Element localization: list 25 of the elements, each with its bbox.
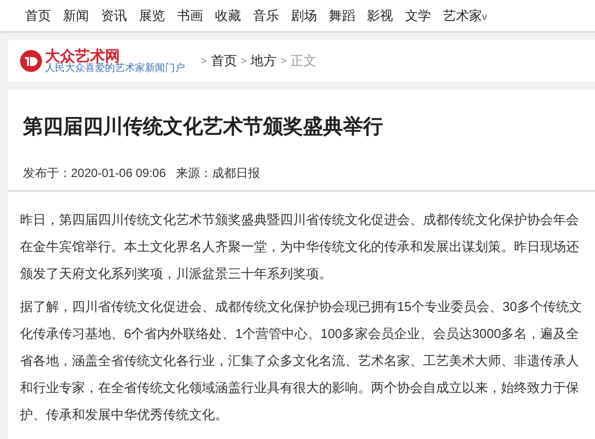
breadcrumb-link[interactable]: 首页 [210,51,237,71]
nav-link[interactable]: 首页 [25,6,51,26]
breadcrumb-separator: > [280,54,287,68]
article-title: 第四届四川传统文化艺术节颁奖盛典举行 [23,114,384,140]
nav-link[interactable]: 收藏 [215,6,241,26]
nav-link[interactable]: 艺术家v [443,6,487,26]
logo-icon [20,50,42,72]
nav-link[interactable]: 舞蹈 [329,6,355,26]
article-source: 来源：成都日报 [176,165,260,182]
nav-link[interactable]: 文学 [405,6,431,26]
logo-slogan: 人民大众喜爱的艺术家新闻门户 [45,64,185,74]
nav-link[interactable]: 新闻 [63,6,89,26]
breadcrumb-separator: > [201,54,207,68]
article-paragraph: 昨日，第四届四川传统文化艺术节颁奖盛典暨四川省传统文化促进会、成都传统文化保护协会年会在金牛宾馆举行。本土文化界名人齐聚一堂，为中华传统文化的传承和发展出谋划策。昨日现场还颁发了天府文化系列奖项，川派盆景三十年系列奖项。 [20,211,580,283]
breadcrumb-link[interactable]: 地方 [250,51,277,71]
publish-date: 发布于：2020-01-06 09:06 [23,165,166,182]
nav-link[interactable]: 剧场 [291,6,317,26]
article-paragraph: 据了解，四川省传统文化促进会、成都传统文化保护协会现已拥有15个专业委员会、30多个传统文化传承传习基地、6个省内外联络处、1个营管中心、100多家会员企业、会员达3000多名，遍及全省各地，涵盖全省传统文化各行业，汇集了众多文化名流、艺术名家、工艺美术大师、非遗传承人和行业专家，在全省传统文化领域涵盖行业具有很大的影响。两个协会自成立以来，始终致力于保护、传承和发展中华优秀传统文化。 [20,298,583,424]
breadcrumb-separator: > [240,54,247,68]
logo-name: 大众艺术网 [45,48,120,64]
nav-link[interactable]: 音乐 [253,6,279,26]
nav-link[interactable]: 资讯 [101,6,127,26]
nav-link[interactable]: 展览 [139,6,165,26]
nav-link[interactable]: 书画 [177,6,203,26]
nav-link[interactable]: 影视 [367,6,393,26]
